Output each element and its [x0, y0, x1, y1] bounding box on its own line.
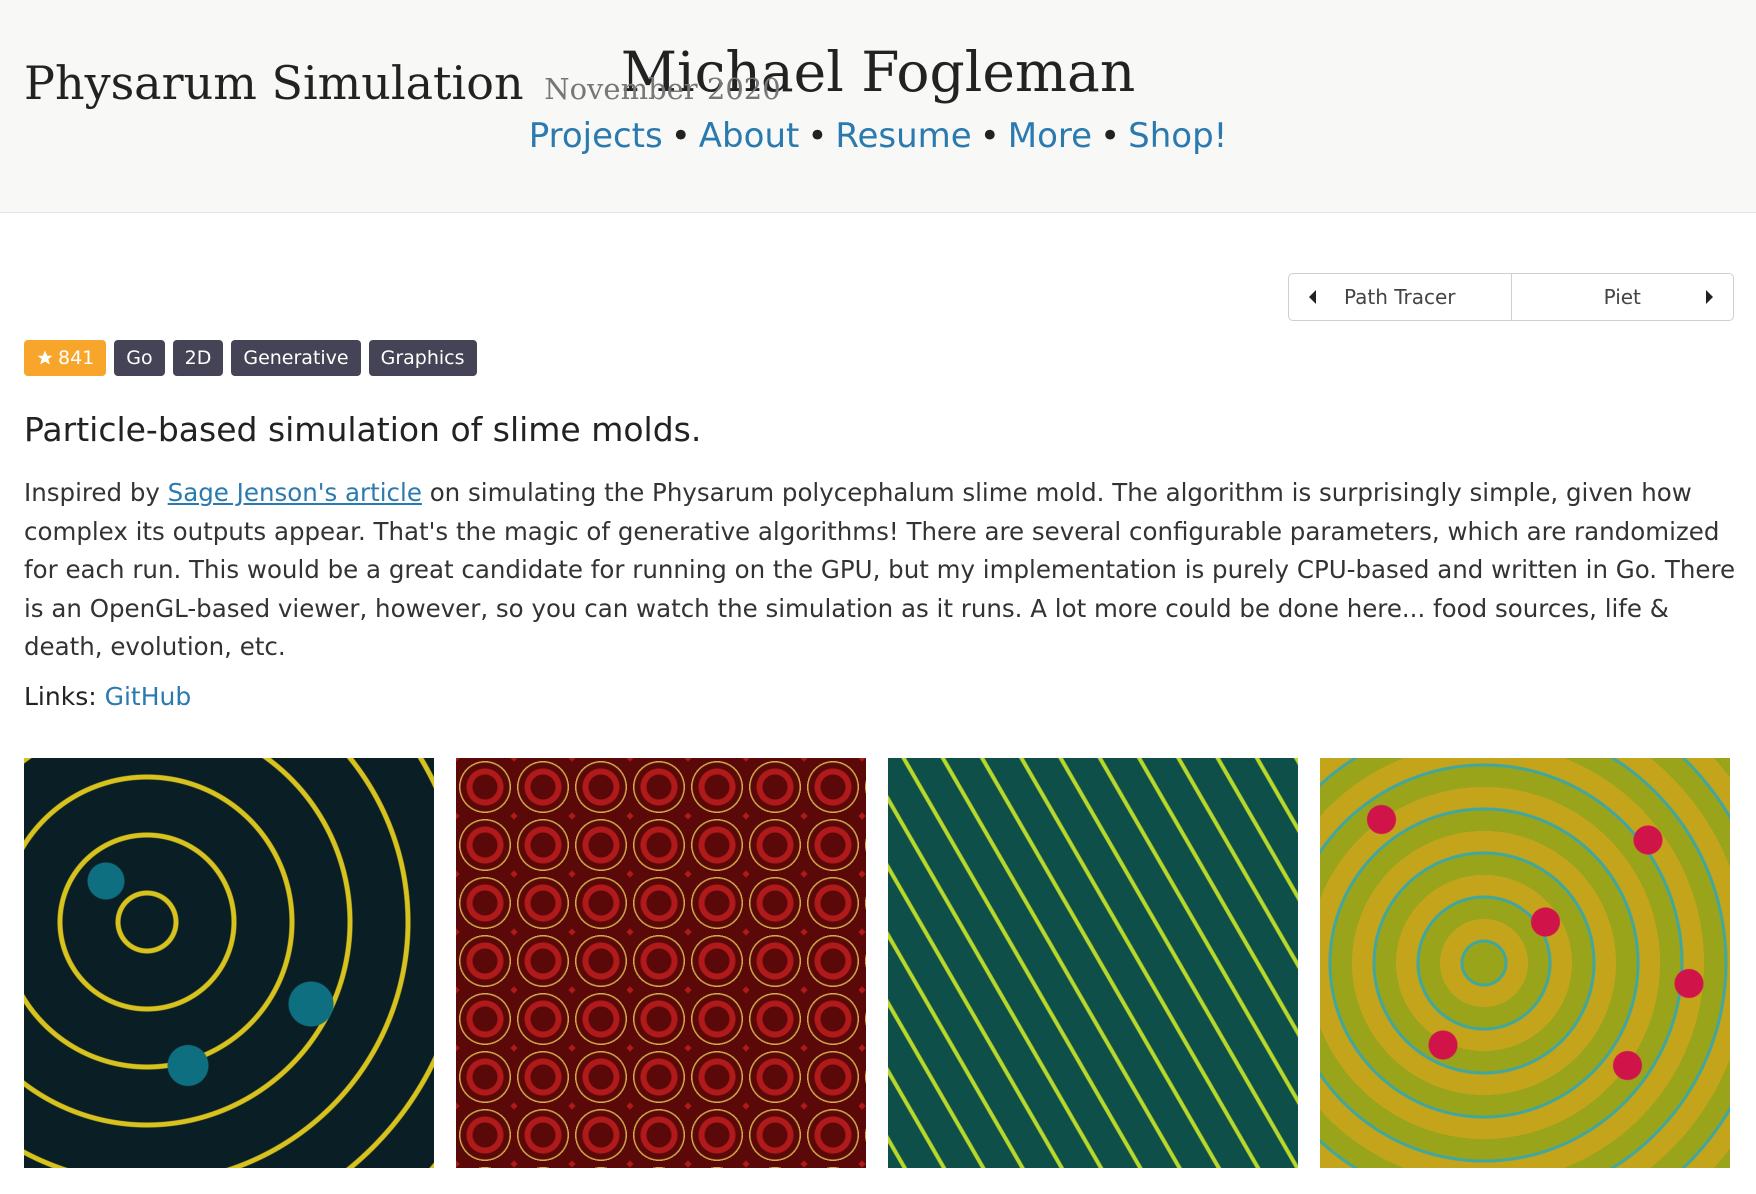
nav-more[interactable]: More	[1008, 116, 1092, 156]
caret-right-icon	[1706, 290, 1713, 304]
tag-2d[interactable]: 2D	[172, 340, 224, 376]
gallery-image-4[interactable]	[1320, 758, 1730, 1168]
prev-project-label: Path Tracer	[1343, 285, 1456, 309]
nav-separator: •	[670, 116, 691, 156]
project-title: Physarum Simulation November 2020	[24, 52, 781, 120]
project-summary: Particle-based simulation of slime molds…	[24, 410, 702, 449]
tag-graphics[interactable]: Graphics	[368, 340, 477, 376]
description-prefix: Inspired by	[24, 478, 168, 507]
nav-separator: •	[979, 116, 1000, 156]
article-link[interactable]: Sage Jenson's article	[168, 478, 422, 507]
next-project-button[interactable]: Piet	[1510, 274, 1734, 320]
project-pager: Path Tracer Piet	[1288, 273, 1734, 321]
nav-separator: •	[1100, 116, 1121, 156]
links-label: Links:	[24, 682, 97, 711]
nav-shop[interactable]: Shop!	[1128, 116, 1227, 156]
tag-list: 841 Go 2D Generative Graphics	[24, 340, 477, 376]
github-link[interactable]: GitHub	[105, 682, 192, 711]
site-nav: Projects • About • Resume • More • Shop!	[0, 116, 1756, 156]
stars-badge[interactable]: 841	[24, 340, 107, 376]
gallery-image-3[interactable]	[888, 758, 1298, 1168]
tag-go[interactable]: Go	[114, 340, 165, 376]
stars-count: 841	[58, 347, 95, 369]
project-date: November 2020	[544, 72, 781, 106]
prev-project-button[interactable]: Path Tracer	[1289, 274, 1511, 320]
gallery-image-1[interactable]	[24, 758, 434, 1168]
project-description: Inspired by Sage Jenson's article on sim…	[24, 474, 1736, 667]
tag-generative[interactable]: Generative	[231, 340, 361, 376]
project-title-text: Physarum Simulation	[24, 56, 524, 110]
star-icon	[37, 350, 53, 365]
next-project-label: Piet	[1603, 285, 1641, 309]
nav-projects[interactable]: Projects	[529, 116, 663, 156]
nav-about[interactable]: About	[699, 116, 800, 156]
links-line: Links: GitHub	[24, 682, 191, 711]
image-gallery	[24, 758, 1733, 1168]
nav-separator: •	[807, 116, 828, 156]
caret-left-icon	[1309, 290, 1316, 304]
gallery-image-2[interactable]	[456, 758, 866, 1168]
nav-resume[interactable]: Resume	[835, 116, 971, 156]
